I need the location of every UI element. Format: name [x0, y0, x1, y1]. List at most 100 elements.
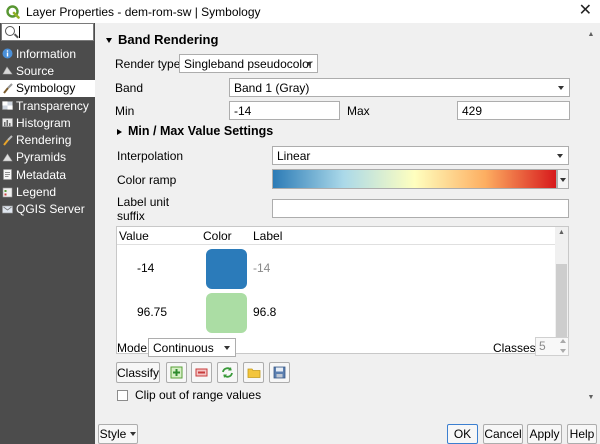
style-menu-button[interactable]: Style	[98, 424, 138, 444]
spin-down-icon[interactable]	[560, 349, 566, 353]
search-icon	[5, 26, 15, 36]
sidebar-item-transparency[interactable]: Transparency	[0, 97, 95, 114]
spin-up-icon[interactable]	[560, 339, 566, 343]
legend-icon	[2, 187, 13, 197]
chevron-down-icon	[306, 62, 312, 66]
source-icon	[2, 66, 13, 75]
band-combo[interactable]: Band 1 (Gray)	[229, 78, 570, 97]
close-icon[interactable]: ✕	[579, 2, 592, 20]
max-input[interactable]: 429	[457, 101, 570, 120]
mode-combo[interactable]: Continuous	[148, 338, 236, 357]
info-icon	[2, 48, 13, 59]
color-swatch[interactable]	[206, 293, 247, 333]
clip-out-of-range-label: Clip out of range values	[135, 388, 262, 402]
sidebar-item-source[interactable]: Source	[0, 62, 95, 79]
interpolation-combo[interactable]: Linear	[272, 146, 569, 165]
color-swatch[interactable]	[206, 249, 247, 289]
sidebar-item-rendering[interactable]: Rendering	[0, 131, 95, 148]
color-ramp-button[interactable]	[272, 169, 557, 189]
expand-arrow-icon	[117, 128, 122, 135]
render-type-label: Render type	[115, 57, 181, 71]
remove-icon	[195, 368, 208, 377]
invert-ramp-button[interactable]	[217, 362, 238, 383]
symbology-panel: Band Rendering Render type Singleband ps…	[95, 23, 600, 408]
table-row[interactable]: 96.75 96.8	[117, 291, 556, 333]
header-value[interactable]: Value	[119, 229, 149, 243]
text-cursor	[19, 26, 20, 38]
label-unit-suffix-input[interactable]	[272, 199, 569, 218]
load-color-map-button[interactable]	[243, 362, 264, 383]
row-label[interactable]: -14	[253, 261, 270, 275]
table-scrollbar[interactable]: ▲ ▼	[555, 227, 568, 353]
minmax-settings-header[interactable]: Min / Max Value Settings	[117, 124, 273, 138]
sidebar-item-label: Transparency	[16, 98, 89, 113]
transparency-icon	[2, 101, 13, 110]
interpolation-label: Interpolation	[117, 149, 184, 163]
min-input[interactable]: -14	[229, 101, 340, 120]
chevron-down-icon	[130, 432, 137, 436]
help-button[interactable]: Help	[567, 424, 597, 444]
sidebar-item-information[interactable]: Information	[0, 45, 95, 62]
pyramids-icon	[2, 153, 13, 162]
classes-spinbox[interactable]: 5	[535, 337, 569, 356]
scrollbar-thumb[interactable]	[556, 264, 567, 340]
dialog-button-bar: Style OK Cancel Apply Help	[95, 408, 600, 444]
classify-button[interactable]: Classify	[116, 362, 160, 383]
rendering-brush-icon	[3, 134, 13, 146]
scroll-up-icon[interactable]: ▲	[555, 227, 568, 239]
sidebar: Information Source Symbology Transparenc…	[0, 23, 95, 444]
chevron-down-icon	[558, 86, 564, 90]
qgis-logo-icon	[6, 4, 20, 19]
render-type-combo[interactable]: Singleband pseudocolor	[179, 54, 318, 73]
remove-class-button[interactable]	[191, 362, 212, 383]
band-rendering-header[interactable]: Band Rendering	[106, 32, 218, 47]
min-label: Min	[115, 104, 135, 118]
sidebar-item-label: Histogram	[16, 115, 71, 130]
header-label[interactable]: Label	[253, 229, 282, 243]
cancel-button[interactable]: Cancel	[483, 424, 523, 444]
folder-icon	[247, 368, 260, 378]
chevron-down-icon	[560, 178, 566, 182]
mode-label: Mode	[117, 341, 148, 355]
scroll-up-icon[interactable]: ▲	[584, 29, 598, 41]
panel-scrollbar[interactable]: ▲ ▼	[584, 29, 598, 404]
table-row[interactable]: -14 -14	[117, 247, 556, 289]
symbology-brush-icon	[3, 83, 13, 94]
save-icon	[273, 366, 286, 379]
chevron-down-icon	[557, 154, 563, 158]
window-title: Layer Properties - dem-rom-sw | Symbolog…	[26, 4, 261, 19]
refresh-arrows-icon	[222, 367, 233, 378]
ok-button[interactable]: OK	[447, 424, 478, 444]
row-value[interactable]: 96.75	[137, 305, 167, 319]
header-color[interactable]: Color	[203, 229, 232, 243]
row-value[interactable]: -14	[137, 261, 154, 275]
sidebar-item-pyramids[interactable]: Pyramids	[0, 149, 95, 166]
sidebar-item-metadata[interactable]: Metadata	[0, 166, 95, 183]
row-label[interactable]: 96.8	[253, 305, 276, 319]
sidebar-item-label: Legend	[16, 185, 57, 200]
sidebar-item-label: Source	[16, 63, 55, 78]
histogram-icon	[2, 118, 13, 128]
search-input[interactable]	[1, 23, 94, 41]
color-ramp-menu-button[interactable]	[557, 169, 569, 189]
sidebar-item-label: Symbology	[16, 81, 76, 96]
sidebar-item-legend[interactable]: Legend	[0, 183, 95, 200]
sidebar-item-label: Rendering	[16, 133, 72, 148]
metadata-icon	[3, 169, 12, 181]
sidebar-item-histogram[interactable]: Histogram	[0, 114, 95, 131]
class-table: Value Color Label -14 -14 96.75 96.8 ▲ ▼	[116, 226, 569, 354]
apply-button[interactable]: Apply	[527, 424, 562, 444]
max-label: Max	[347, 104, 370, 118]
band-label: Band	[115, 81, 144, 95]
add-class-button[interactable]	[166, 362, 187, 383]
sidebar-item-qgis-server[interactable]: QGIS Server	[0, 201, 95, 218]
export-color-map-button[interactable]	[269, 362, 290, 383]
scroll-down-icon[interactable]: ▼	[584, 392, 598, 404]
clip-out-of-range-checkbox[interactable]	[117, 390, 128, 401]
collapse-arrow-icon	[106, 38, 112, 44]
chevron-down-icon	[224, 346, 230, 350]
sidebar-item-label: Pyramids	[16, 150, 67, 165]
sidebar-item-symbology[interactable]: Symbology	[0, 79, 95, 97]
sidebar-item-label: Metadata	[16, 167, 67, 182]
add-icon	[170, 366, 183, 379]
